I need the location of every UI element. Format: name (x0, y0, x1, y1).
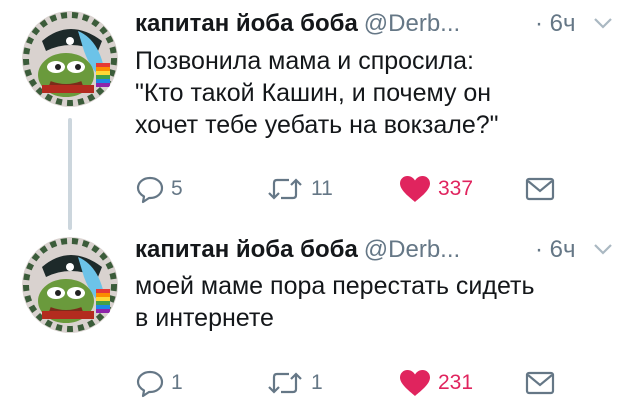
like-button[interactable]: 337 (398, 172, 473, 206)
reply-button[interactable]: 1 (135, 366, 183, 400)
chevron-down-icon[interactable] (593, 242, 613, 256)
heart-icon (400, 176, 430, 202)
retweet-icon (268, 178, 302, 200)
tweet-actions: 1 1 231 (135, 366, 615, 400)
user-handle[interactable]: @Derb... (364, 236, 460, 263)
direct-message-button[interactable] (525, 366, 555, 400)
tweet-text: Позвонила мама и спросила: "Кто такой Ка… (135, 47, 499, 139)
display-name[interactable]: капитан йоба боба (135, 10, 358, 37)
chevron-down-icon[interactable] (593, 16, 613, 30)
avatar[interactable] (22, 237, 118, 333)
retweet-count: 11 (311, 177, 333, 200)
tweet[interactable]: капитан йоба боба @Derb... · 6ч Позвонила… (0, 0, 640, 225)
tweet-header: капитан йоба боба @Derb... · 6ч (135, 234, 625, 266)
retweet-icon (268, 372, 302, 394)
reply-icon (136, 176, 164, 204)
heart-icon (400, 370, 430, 396)
tweet-actions: 5 11 337 (135, 172, 615, 206)
tweet[interactable]: капитан йоба боба @Derb... · 6ч моей маме… (0, 225, 640, 410)
reply-icon (136, 370, 164, 398)
retweet-button[interactable]: 1 (265, 366, 323, 400)
timestamp[interactable]: · 6ч (535, 8, 576, 40)
like-count: 337 (438, 177, 474, 200)
timestamp[interactable]: · 6ч (535, 234, 576, 266)
direct-message-button[interactable] (525, 172, 555, 206)
retweet-button[interactable]: 11 (265, 172, 333, 206)
envelope-icon (525, 177, 555, 201)
tweet-header: капитан йоба боба @Derb... · 6ч (135, 8, 625, 40)
tweet-text: моей маме пора перестать сидеть в интерн… (135, 272, 535, 332)
reply-count: 5 (171, 177, 183, 200)
like-button[interactable]: 231 (398, 366, 473, 400)
user-handle[interactable]: @Derb... (364, 10, 460, 37)
avatar[interactable] (22, 11, 118, 107)
reply-count: 1 (171, 371, 183, 394)
retweet-count: 1 (311, 371, 323, 394)
display-name[interactable]: капитан йоба боба (135, 236, 358, 263)
envelope-icon (525, 371, 555, 395)
like-count: 231 (438, 371, 474, 394)
reply-button[interactable]: 5 (135, 172, 183, 206)
